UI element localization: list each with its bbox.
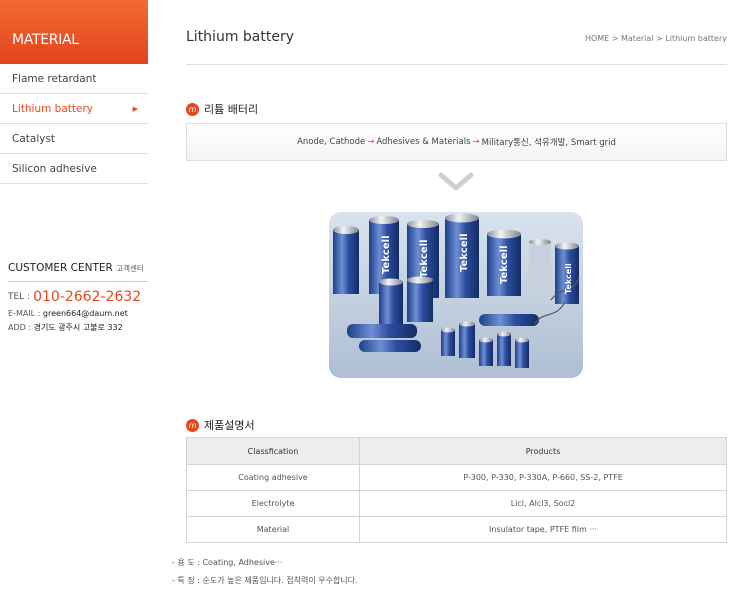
section-heading-spec: m 제품설명서 xyxy=(186,417,255,433)
sidebar-title: MATERIAL xyxy=(0,0,148,64)
column-header-classification: Classfication xyxy=(186,437,360,465)
tel-label: TEL : xyxy=(8,292,31,302)
application-flow-box: Anode, Cathode → Adhesives & Materials →… xyxy=(186,123,727,161)
sidebar: MATERIAL Flame retardant Lithium battery… xyxy=(0,0,148,184)
battery-illustration: Tekcell Tekcell Tekcell Tekcell Tekcell xyxy=(333,213,580,368)
table-cell: Electrolyte xyxy=(186,490,360,517)
customer-center-title: CUSTOMER CENTER 고객센터 xyxy=(8,262,148,282)
table-cell: Coating adhesive xyxy=(186,464,360,491)
flow-step-1: Anode, Cathode xyxy=(297,137,366,147)
table-row: Coating adhesive P-300, P-330, P-330A, P… xyxy=(186,464,727,491)
sidebar-item-label: Lithium battery xyxy=(12,102,94,115)
spec-table: Classfication Products Coating adhesive … xyxy=(186,437,727,543)
sidebar-item-silicon-adhesive[interactable]: Silicon adhesive xyxy=(0,154,148,184)
sidebar-menu: Flame retardant Lithium battery ▶ Cataly… xyxy=(0,64,148,184)
sidebar-item-lithium-battery[interactable]: Lithium battery ▶ xyxy=(0,94,148,124)
address-value: 경기도 광주시 고불로 332 xyxy=(33,323,123,332)
section-title: 리튬 배터리 xyxy=(204,103,259,116)
flow-step-2: Adhesives & Materials xyxy=(376,137,471,147)
table-row: Electrolyte Licl, Alcl3, Socl2 xyxy=(186,490,727,517)
product-image-batteries: Tekcell Tekcell Tekcell Tekcell Tekcell xyxy=(329,212,583,378)
table-row: Material Insulator tape, PTFE film ··· xyxy=(186,516,727,543)
brand-label: Tekcell xyxy=(499,246,510,285)
customer-center-heading: CUSTOMER CENTER xyxy=(8,262,113,274)
brand-label: Tekcell xyxy=(381,236,392,275)
table-header-row: Classfication Products xyxy=(186,437,727,465)
usage-note: - 용 도 : Coating, Adhesive··· xyxy=(172,558,283,567)
customer-address: ADD : 경기도 광주시 고불로 332 xyxy=(8,322,148,333)
flow-step-3: Military통신, 석유개발, Smart grid xyxy=(481,138,616,148)
customer-center: CUSTOMER CENTER 고객센터 TEL : 010-2662-2632… xyxy=(8,262,148,333)
table-cell: Material xyxy=(186,516,360,543)
address-label: ADD : xyxy=(8,323,32,332)
breadcrumb[interactable]: HOME > Material > Lithium battery xyxy=(585,34,727,43)
column-header-products: Products xyxy=(359,437,727,465)
email-label: E-MAIL : xyxy=(8,309,41,318)
section-title: 제품설명서 xyxy=(204,419,255,432)
sidebar-item-label: Silicon adhesive xyxy=(12,162,97,175)
brand-label: Tekcell xyxy=(459,234,470,273)
section-heading-battery: m 리튬 배터리 xyxy=(186,101,258,117)
customer-email: E-MAIL : green664@daum.net xyxy=(8,309,148,318)
email-value[interactable]: green664@daum.net xyxy=(43,309,128,318)
flow-arrow-icon: → xyxy=(367,137,375,147)
m-circle-icon: m xyxy=(186,102,199,116)
brand-label: Tekcell xyxy=(564,263,573,294)
sidebar-item-catalyst[interactable]: Catalyst xyxy=(0,124,148,154)
sidebar-item-flame-retardant[interactable]: Flame retardant xyxy=(0,64,148,94)
tel-number[interactable]: 010-2662-2632 xyxy=(33,289,141,305)
sidebar-item-label: Flame retardant xyxy=(12,72,97,85)
page-title: Lithium battery xyxy=(186,29,295,45)
feature-note: - 특 징 : 순도가 높은 제품입니다. 접착력이 우수합니다. xyxy=(172,576,358,585)
customer-center-heading-kr: 고객센터 xyxy=(116,264,144,273)
title-divider xyxy=(186,64,727,65)
chevron-down-icon xyxy=(438,172,474,191)
customer-tel: TEL : 010-2662-2632 xyxy=(8,289,148,305)
triangle-right-icon: ▶ xyxy=(132,104,138,113)
table-cell: Licl, Alcl3, Socl2 xyxy=(359,490,727,517)
table-cell: P-300, P-330, P-330A, P-660, SS-2, PTFE xyxy=(359,464,727,491)
sidebar-item-label: Catalyst xyxy=(12,132,56,145)
table-cell: Insulator tape, PTFE film ··· xyxy=(359,516,727,543)
brand-label: Tekcell xyxy=(419,240,430,279)
flow-arrow-icon: → xyxy=(472,137,480,147)
m-circle-icon: m xyxy=(186,418,199,432)
